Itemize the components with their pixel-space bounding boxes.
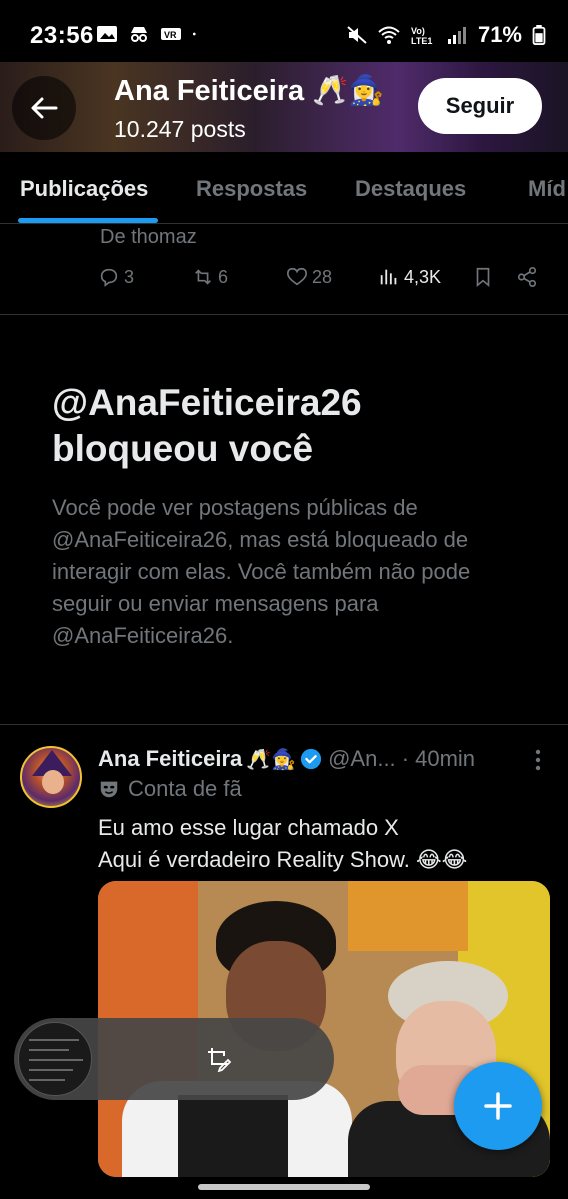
- divider: [0, 724, 568, 725]
- active-tab-indicator: [18, 218, 158, 223]
- home-indicator[interactable]: [198, 1184, 370, 1190]
- battery-icon: [532, 25, 546, 45]
- fan-account-text: Conta de fã: [128, 776, 242, 801]
- wifi-icon: [378, 26, 400, 44]
- incognito-icon: [131, 27, 147, 42]
- views-icon: [380, 269, 397, 285]
- plus-icon: [484, 1092, 512, 1120]
- profile-tabs: Publicações Respostas Destaques Míd: [0, 152, 568, 224]
- tab-respostas[interactable]: Respostas: [196, 176, 307, 202]
- arrow-left-icon: [31, 97, 58, 119]
- screenshot-thumbnail[interactable]: [18, 1022, 92, 1096]
- compose-button[interactable]: [454, 1062, 542, 1150]
- tab-midia[interactable]: Míd: [528, 176, 566, 202]
- crop-edit-icon[interactable]: [206, 1046, 232, 1072]
- key-icon: VR: [161, 28, 181, 40]
- tweet-handle[interactable]: @An...: [328, 746, 396, 771]
- blocked-description: Você pode ver postagens públicas de @Ana…: [52, 495, 471, 648]
- status-bar: 23:56 VR Vo) LTE1 71%: [0, 0, 568, 68]
- views-count: 4,3K: [404, 266, 442, 287]
- tab-destaques[interactable]: Destaques: [355, 176, 466, 202]
- svg-text:LTE1: LTE1: [411, 36, 432, 45]
- retweet-count: 6: [218, 266, 229, 287]
- signal-icon: [447, 27, 466, 44]
- bookmark-button[interactable]: [472, 266, 494, 288]
- reply-icon: [100, 268, 118, 287]
- back-button[interactable]: [12, 76, 76, 140]
- bookmark-icon: [476, 267, 490, 288]
- reply-button[interactable]: 3: [98, 266, 134, 288]
- battery-percent: 71%: [477, 22, 522, 47]
- divider: [0, 314, 568, 315]
- like-button[interactable]: 28: [286, 266, 332, 288]
- tweet-time[interactable]: · 40min: [402, 746, 475, 771]
- verified-badge-icon: [301, 748, 322, 770]
- post-count: 10.247 posts: [114, 116, 246, 142]
- mask-icon: [100, 781, 118, 798]
- fan-account-label: Conta de fã: [98, 776, 242, 802]
- tweet-text-line: Eu amo esse lugar chamado X: [98, 815, 399, 840]
- blocked-title: @AnaFeiticeira26 bloqueou você: [52, 382, 362, 469]
- previous-tweet-text: De thomaz: [100, 226, 197, 248]
- more-options-icon[interactable]: [534, 748, 542, 772]
- like-count: 28: [312, 266, 333, 287]
- volte-icon: Vo)LTE1: [411, 26, 432, 45]
- views-button[interactable]: 4,3K: [378, 266, 441, 288]
- profile-header: Ana Feiticeira 🥂🧙‍♀️ 10.247 posts Seguir: [0, 62, 568, 152]
- retweet-button[interactable]: 6: [192, 266, 228, 288]
- follow-button[interactable]: Seguir: [418, 78, 542, 134]
- previous-tweet-actions: 3 6 28 4,3K: [98, 266, 548, 296]
- tweet-header: Ana Feiticeira 🥂🧙‍♀️ @An... · 40min: [98, 746, 548, 776]
- image-icon: [97, 26, 117, 42]
- share-button[interactable]: [516, 266, 538, 288]
- profile-name: Ana Feiticeira 🥂🧙‍♀️: [114, 75, 385, 107]
- status-time: 23:56: [30, 22, 94, 49]
- mute-icon: [347, 26, 367, 44]
- dot-icon: [192, 32, 196, 36]
- tweet-author-emoji: 🥂🧙‍♀️: [246, 749, 297, 771]
- retweet-icon: [195, 269, 211, 285]
- tab-publicacoes[interactable]: Publicações: [20, 176, 148, 202]
- svg-text:Vo): Vo): [411, 26, 425, 36]
- tweet-text: Eu amo esse lugar chamado X Aqui é verda…: [98, 812, 548, 876]
- tweet-author-name[interactable]: Ana Feiticeira: [98, 746, 242, 771]
- avatar[interactable]: [20, 746, 82, 808]
- tweet-text-line: Aqui é verdadeiro Reality Show. 😂😂: [98, 847, 468, 872]
- share-icon: [517, 267, 537, 287]
- reply-count: 3: [124, 266, 135, 287]
- svg-text:VR: VR: [164, 30, 177, 40]
- screenshot-toolbar[interactable]: [14, 1018, 334, 1100]
- heart-icon: [287, 267, 307, 286]
